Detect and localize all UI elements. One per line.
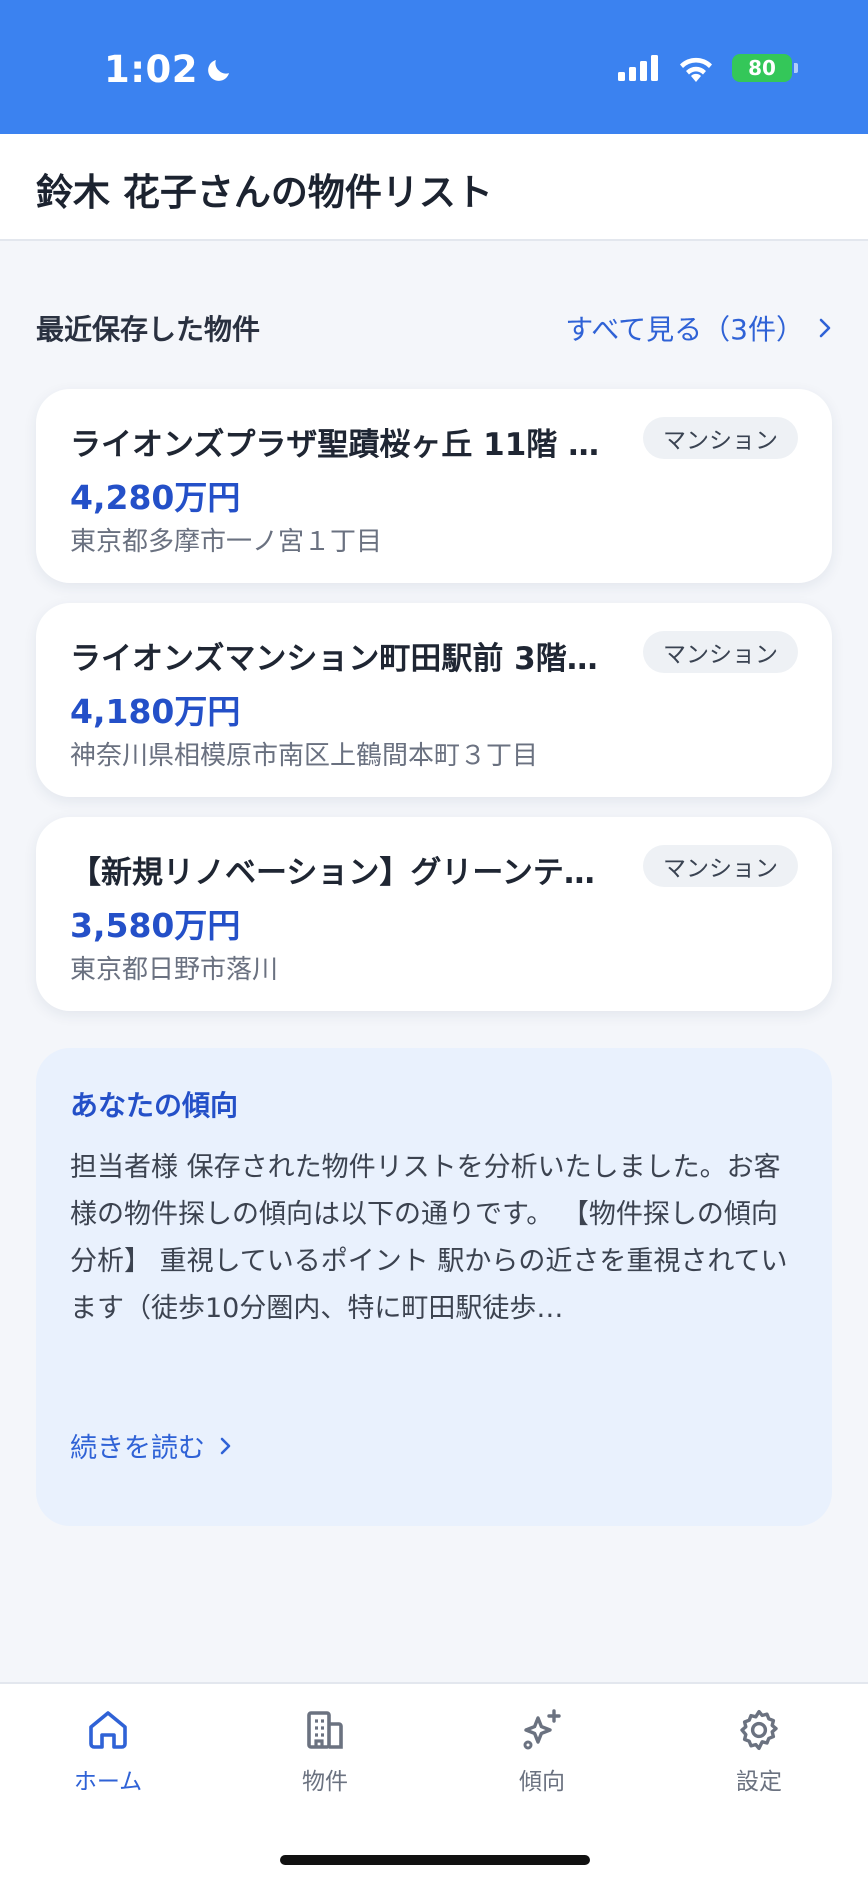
building-icon xyxy=(307,1711,343,1749)
moon-icon xyxy=(208,59,230,81)
see-all-label: すべて見る（3件） xyxy=(565,313,804,346)
status-time-text: 1:02 xyxy=(104,48,199,91)
property-price: 4,280万円 xyxy=(70,478,241,517)
property-address: 東京都日野市落川 xyxy=(70,955,279,985)
property-card[interactable]: ライオンズプラザ聖蹟桜ヶ丘 11階 … マンション 4,280万円 東京都多摩市… xyxy=(36,389,832,583)
tab-properties[interactable]: 物件 xyxy=(245,1706,405,1796)
tendency-title: あなたの傾向 xyxy=(70,1089,239,1122)
battery-icon: 80 xyxy=(732,54,798,82)
property-price: 4,180万円 xyxy=(70,692,241,731)
tendency-summary: 担当者様 保存された物件リストを分析いたしました。お客様の物件探しの傾向は以下の… xyxy=(70,1152,788,1324)
wifi-icon xyxy=(680,57,712,82)
property-address: 神奈川県相模原市南区上鶴間本町３丁目 xyxy=(70,741,539,771)
chevron-right-icon xyxy=(220,1437,231,1454)
property-card[interactable]: 【新規リノベーション】グリーンテ… マンション 3,580万円 東京都日野市落川 xyxy=(36,817,832,1011)
property-price: 3,580万円 xyxy=(70,906,241,945)
battery-level: 80 xyxy=(748,56,776,80)
tab-properties-label: 物件 xyxy=(302,1769,348,1795)
read-more-link[interactable]: 続きを読む xyxy=(70,1426,232,1465)
read-more-label: 続きを読む xyxy=(70,1433,205,1464)
tab-tendency[interactable]: 傾向 xyxy=(462,1706,622,1796)
recent-section-header: 最近保存した物件 すべて見る（3件） xyxy=(36,300,832,348)
property-card[interactable]: ライオンズマンション町田駅前 3階… マンション 4,180万円 神奈川県相模原… xyxy=(36,603,832,797)
gear-icon xyxy=(740,1709,778,1751)
property-type-badge: マンション xyxy=(643,631,798,673)
signal-icon xyxy=(618,55,658,81)
property-type-badge: マンション xyxy=(643,417,798,459)
tab-tendency-label: 傾向 xyxy=(519,1769,565,1795)
tab-settings[interactable]: 設定 xyxy=(679,1706,839,1796)
sparkle-icon xyxy=(523,1709,561,1750)
property-type-badge: マンション xyxy=(643,845,798,887)
tendency-card: あなたの傾向 担当者様 保存された物件リストを分析いたしました。お客様の物件探し… xyxy=(36,1048,832,1526)
status-bar: 1:02 80 xyxy=(0,0,868,134)
home-icon xyxy=(89,1711,127,1749)
status-time: 1:02 xyxy=(104,48,234,91)
tab-home-label: ホーム xyxy=(73,1769,143,1795)
recent-section-title: 最近保存した物件 xyxy=(36,313,261,346)
chevron-right-icon xyxy=(819,318,831,338)
status-right: 80 xyxy=(618,54,798,82)
page-title: 鈴木 花子さんの物件リスト xyxy=(36,171,493,214)
tab-settings-label: 設定 xyxy=(736,1769,782,1795)
property-address: 東京都多摩市一ノ宮１丁目 xyxy=(70,527,383,557)
property-title: 【新規リノベーション】グリーンテ… xyxy=(70,855,595,891)
property-title: ライオンズマンション町田駅前 3階… xyxy=(70,641,598,677)
see-all-link[interactable]: すべて見る（3件） xyxy=(565,308,832,348)
page-header: 鈴木 花子さんの物件リスト xyxy=(0,134,868,241)
tab-home[interactable]: ホーム xyxy=(28,1706,188,1796)
home-indicator xyxy=(280,1855,590,1865)
property-title: ライオンズプラザ聖蹟桜ヶ丘 11階 … xyxy=(70,427,600,463)
